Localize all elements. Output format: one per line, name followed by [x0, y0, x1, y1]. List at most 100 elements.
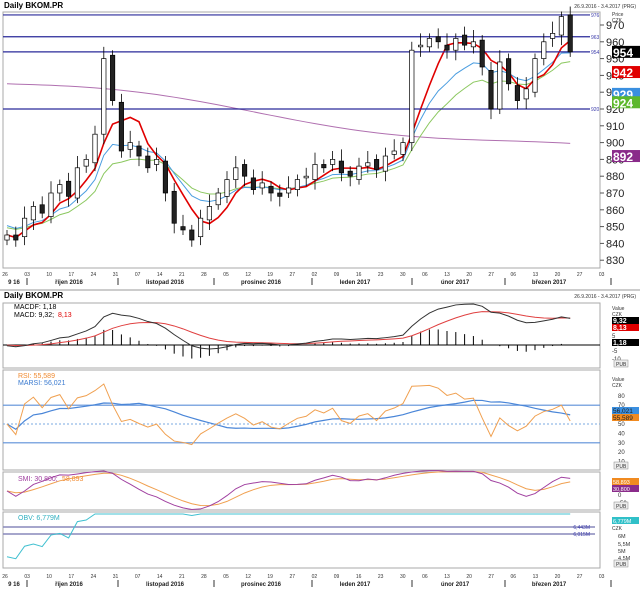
day-tick-label: 06	[511, 574, 517, 580]
candle-body	[462, 34, 468, 46]
day-tick-label: 27	[290, 272, 296, 278]
day-tick-label: 28	[201, 272, 207, 278]
y-tick-label: 860	[606, 205, 624, 217]
indicator-date-range: 26.9.2016 - 3.4.2017 (PRG)	[574, 294, 636, 300]
day-tick-label: 27	[577, 272, 583, 278]
candle-body	[338, 160, 344, 174]
day-tick-label: 31	[113, 574, 119, 580]
macd-legend-macd: MACD: 9,32;	[14, 312, 54, 319]
day-tick-label: 02	[312, 574, 318, 580]
day-tick-label: 12	[245, 272, 251, 278]
day-tick-label: 05	[223, 272, 229, 278]
candle-body	[497, 61, 503, 110]
level-label: 976	[591, 13, 600, 19]
candle-body	[268, 185, 274, 194]
candle-body	[330, 159, 336, 165]
day-tick-label: 09	[334, 574, 340, 580]
day-tick-label: 28	[201, 574, 207, 580]
candle-body	[136, 145, 142, 157]
day-tick-label: 30	[400, 574, 406, 580]
month-label: prosinec 2016	[241, 280, 282, 286]
candle-body	[250, 177, 256, 190]
candle-body	[215, 192, 221, 206]
candle-body	[83, 159, 89, 167]
obv-tick-label: 5M	[618, 549, 626, 555]
day-tick-label: 13	[444, 272, 450, 278]
candle-body	[435, 36, 441, 43]
candle-body	[523, 88, 529, 100]
level-label: 920	[591, 107, 600, 113]
month-label: leden 2017	[340, 582, 371, 588]
rsi-legend: RSI: 55,589	[18, 373, 55, 380]
y-tick-label: 900	[606, 138, 624, 150]
candle-body	[101, 58, 107, 135]
day-tick-label: 20	[555, 272, 561, 278]
candle-body	[259, 182, 265, 189]
day-tick-label: 21	[179, 272, 185, 278]
month-label: 9 16	[8, 280, 20, 286]
value-tag-label: 942	[613, 66, 633, 80]
day-tick-label: 27	[290, 574, 296, 580]
macd-tag-label: 8,13	[613, 325, 627, 332]
macd-tick-label: -5	[612, 349, 618, 355]
month-label: 9 16	[8, 582, 20, 588]
pub-badge-label: PUB	[616, 362, 627, 368]
macd-legend-macdf: MACDF: 1,18	[14, 304, 57, 311]
candle-body	[444, 44, 450, 51]
day-tick-label: 13	[444, 574, 450, 580]
candle-body	[74, 167, 80, 199]
day-tick-label: 02	[312, 272, 318, 278]
day-tick-label: 21	[179, 574, 185, 580]
day-tick-label: 03	[24, 272, 30, 278]
day-tick-label: 17	[69, 574, 75, 580]
candle-body	[321, 164, 327, 169]
day-tick-label: 23	[378, 272, 384, 278]
day-tick-label: 23	[378, 574, 384, 580]
candle-body	[118, 101, 124, 152]
level-label: 954	[591, 50, 600, 56]
marsi-legend: MARSI: 56,021	[18, 380, 66, 387]
candle-body	[286, 187, 292, 194]
month-label: leden 2017	[340, 280, 371, 286]
candle-body	[145, 155, 151, 169]
macd-tag-label: 1,18	[613, 340, 627, 347]
day-tick-label: 03	[24, 574, 30, 580]
day-tick-label: 03	[599, 574, 605, 580]
indicator-title: Daily BKOM.PR	[4, 291, 63, 300]
level-label: 963	[591, 35, 600, 41]
day-tick-label: 20	[466, 574, 472, 580]
day-tick-label: 27	[577, 574, 583, 580]
candle-body	[347, 170, 353, 177]
macd-tag-label: 9,32	[613, 318, 627, 325]
obv-level-label: 6,015M	[573, 532, 590, 538]
value-tag-label: 892	[613, 150, 633, 164]
macd-line	[6, 303, 571, 350]
day-tick-label: 27	[488, 272, 494, 278]
y-tick-label: 970	[606, 20, 624, 32]
candle-body	[374, 159, 380, 170]
day-tick-label: 16	[356, 272, 362, 278]
candle-body	[550, 33, 556, 39]
candle-body	[180, 226, 186, 231]
day-tick-label: 13	[533, 272, 539, 278]
candle-body	[206, 206, 212, 221]
ma-green-line	[6, 61, 571, 230]
candle-body	[48, 192, 54, 217]
day-tick-label: 17	[69, 272, 75, 278]
candle-body	[409, 49, 415, 143]
candle-body	[22, 217, 28, 238]
candle-body	[532, 58, 538, 93]
day-tick-label: 30	[400, 272, 406, 278]
pub-badge-label: PUB	[616, 562, 627, 568]
candle-body	[558, 16, 564, 36]
day-tick-label: 06	[422, 272, 428, 278]
day-tick-label: 10	[46, 272, 52, 278]
day-tick-label: 26	[2, 272, 8, 278]
day-tick-label: 05	[223, 574, 229, 580]
day-tick-label: 03	[599, 272, 605, 278]
candle-body	[514, 85, 520, 101]
day-tick-label: 13	[533, 574, 539, 580]
y-tick-label: 850	[606, 222, 624, 234]
month-label: březen 2017	[532, 582, 567, 588]
candle-body	[4, 234, 10, 241]
